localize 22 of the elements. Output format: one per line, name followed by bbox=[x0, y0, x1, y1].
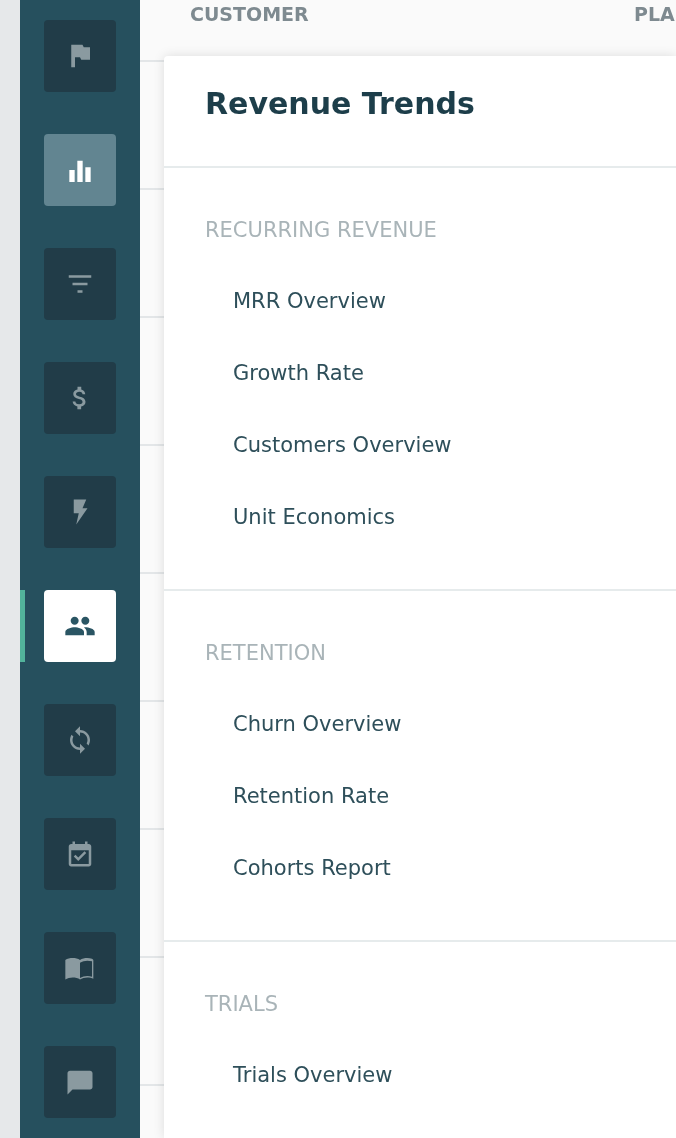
column-header: CUSTOMER bbox=[190, 2, 309, 25]
section-heading: RETENTION bbox=[204, 640, 327, 667]
nav-button[interactable] bbox=[44, 20, 116, 92]
section-heading: TRIALS bbox=[204, 991, 279, 1018]
menu-link[interactable]: Retention Rate bbox=[164, 760, 676, 832]
nav-button[interactable] bbox=[44, 818, 116, 890]
menu-link[interactable]: MRR Overview bbox=[164, 265, 676, 337]
nav-button[interactable] bbox=[44, 1046, 116, 1118]
menu-link[interactable]: Cohorts Report bbox=[164, 832, 676, 904]
nav-button[interactable] bbox=[44, 932, 116, 1004]
column-header: PLA bbox=[634, 2, 675, 25]
menu-link[interactable]: Unit Economics bbox=[164, 481, 676, 553]
menu-link[interactable]: Customers Overview bbox=[164, 409, 676, 481]
nav-button[interactable] bbox=[44, 704, 116, 776]
section-heading: RECURRING REVENUE bbox=[204, 217, 438, 244]
menu-link[interactable]: Growth Rate bbox=[164, 337, 676, 409]
nav-button[interactable] bbox=[44, 590, 116, 662]
nav-button[interactable] bbox=[44, 134, 116, 206]
menu-link[interactable]: Churn Overview bbox=[164, 688, 676, 760]
panel-title: Revenue Trends bbox=[164, 56, 676, 168]
nav-button[interactable] bbox=[44, 476, 116, 548]
menu-link[interactable]: Trials Overview bbox=[164, 1039, 676, 1111]
